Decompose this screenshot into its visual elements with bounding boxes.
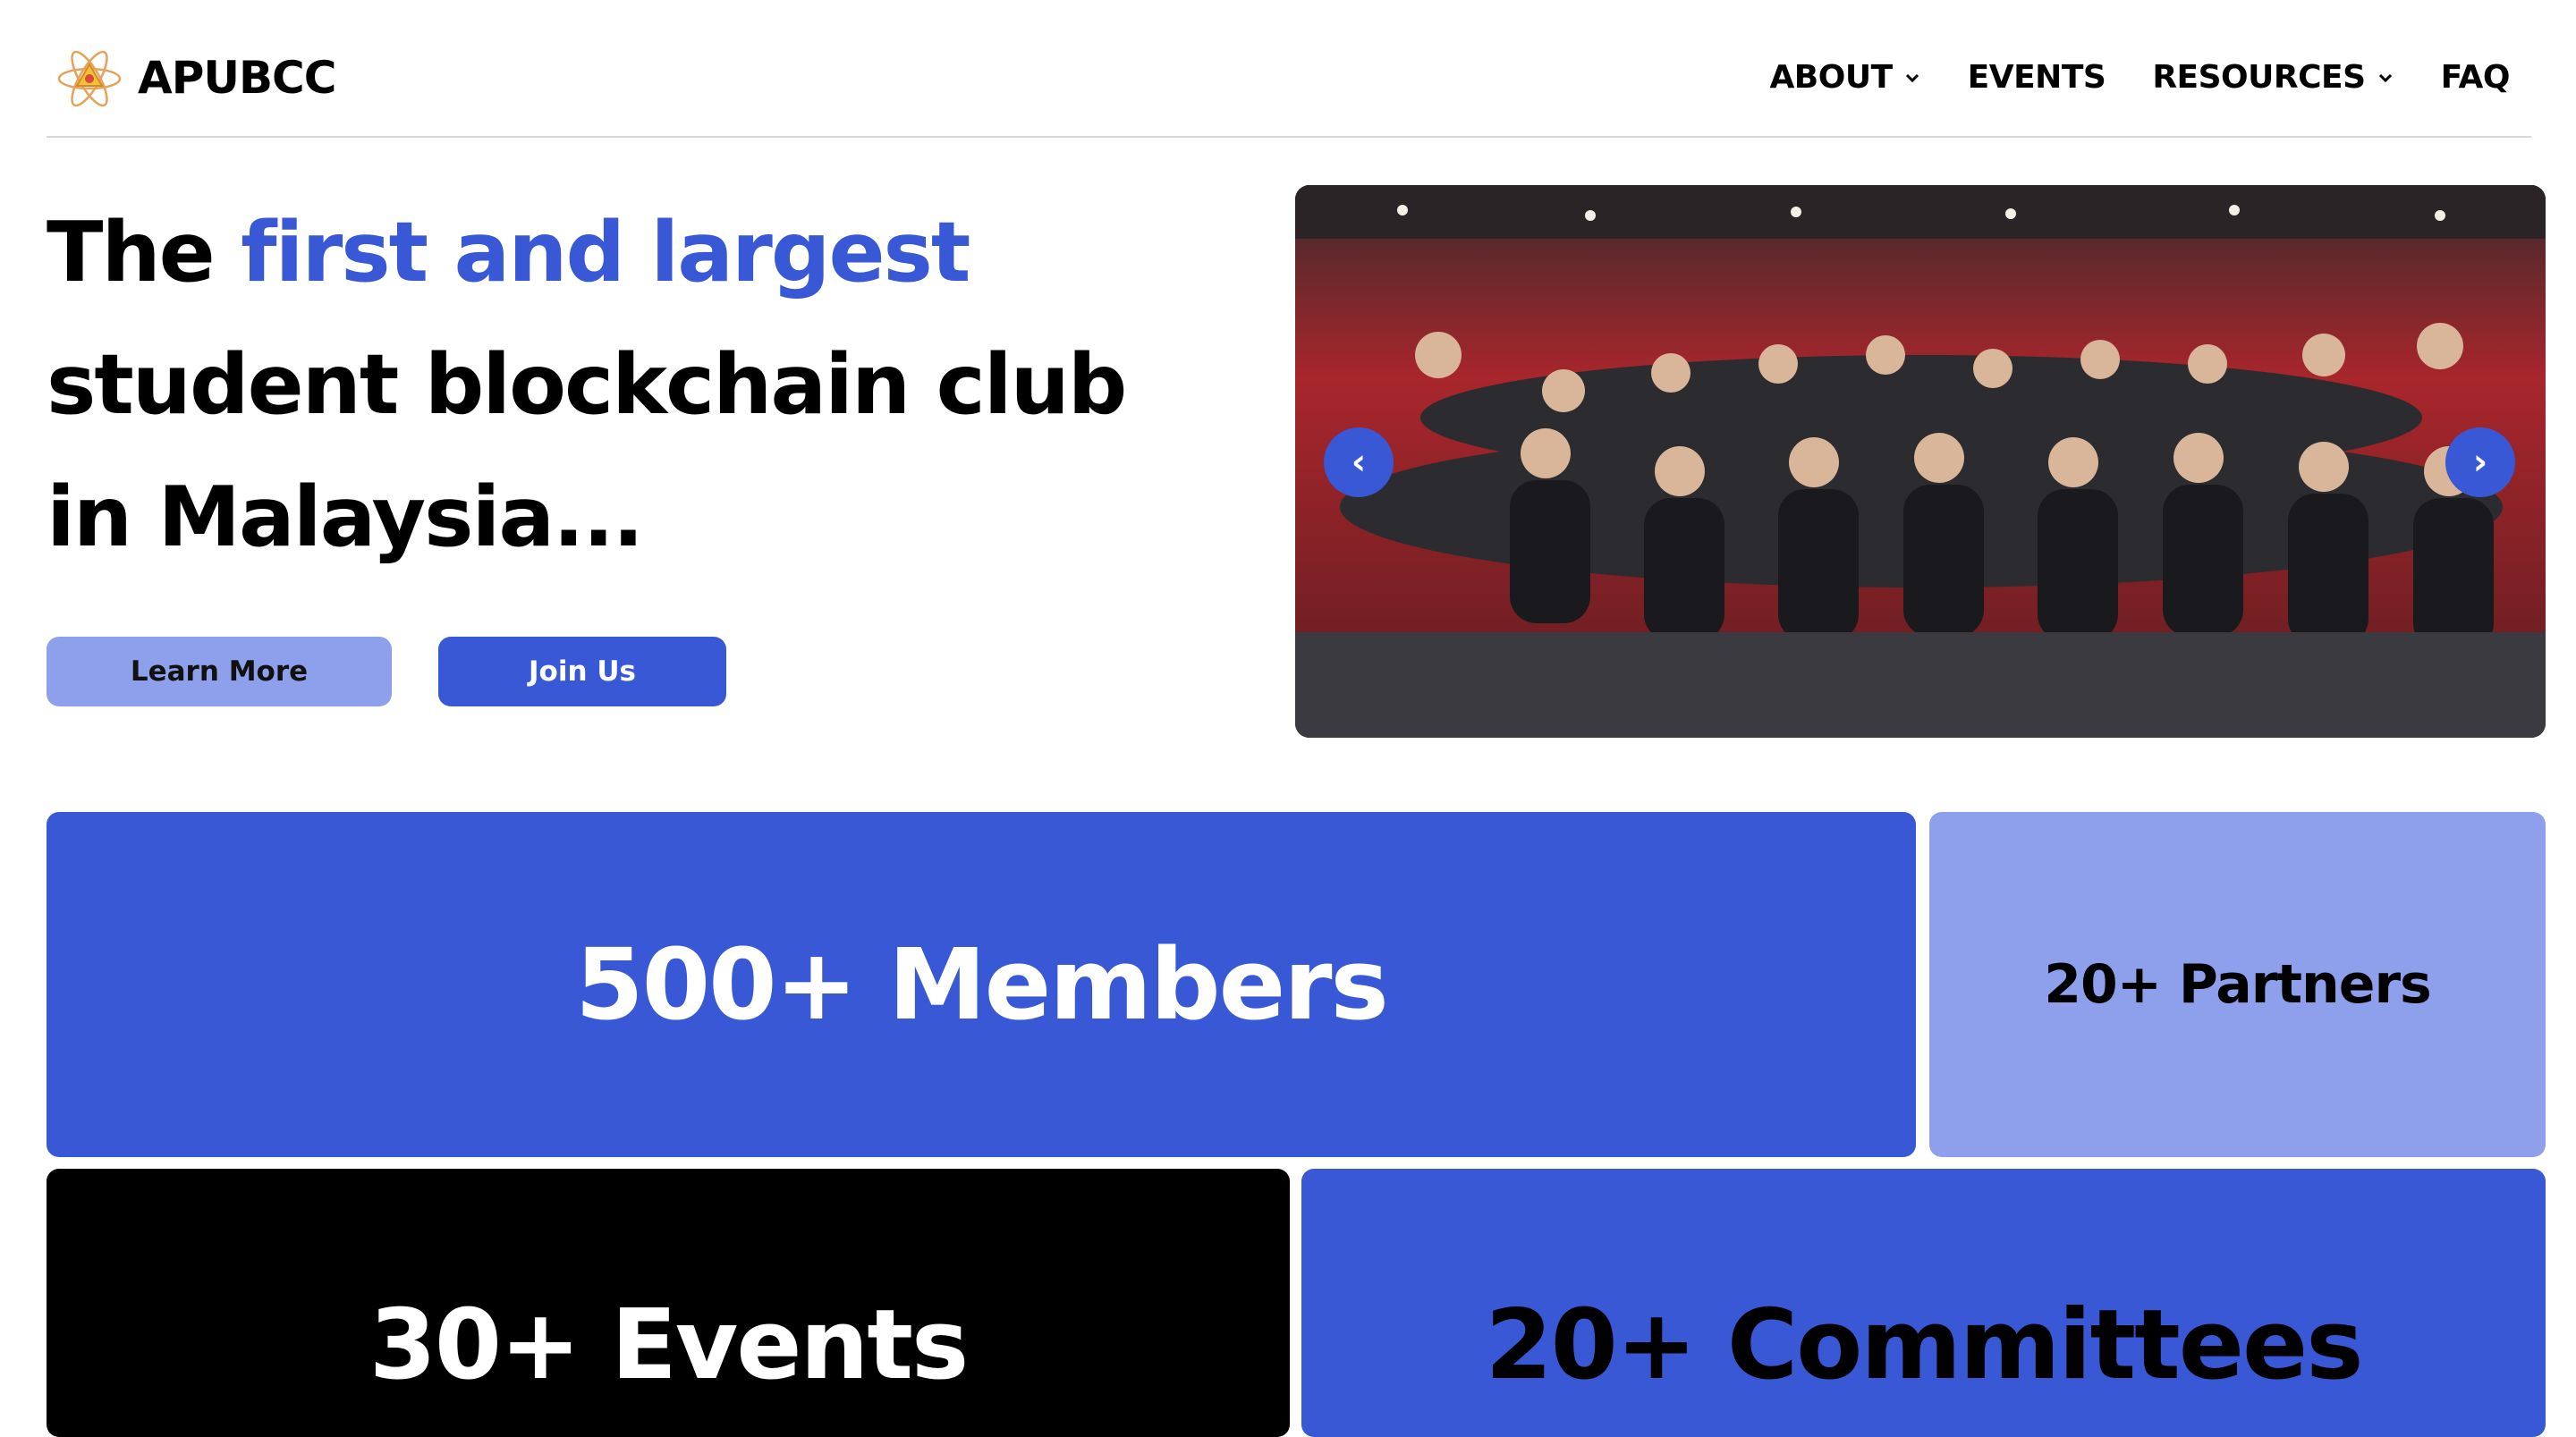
- chevron-down-icon: [2378, 73, 2392, 83]
- nav-about[interactable]: ABOUT: [1769, 52, 1920, 104]
- nav-about-label: ABOUT: [1769, 59, 1893, 96]
- main-nav: ABOUT EVENTS RESOURCES FAQ: [1769, 52, 2510, 104]
- nav-resources-label: RESOURCES: [2152, 59, 2366, 96]
- headline-line-2: student blockchain club: [47, 336, 1127, 433]
- headline-line-1: The first and largest: [47, 186, 1236, 318]
- stat-partners: 20+ Partners: [1929, 812, 2546, 1157]
- nav-faq[interactable]: FAQ: [2440, 52, 2511, 104]
- carousel-prev-button[interactable]: ‹: [1324, 427, 1394, 497]
- photo-carousel: [1295, 185, 2546, 738]
- nav-faq-label: FAQ: [2440, 59, 2511, 96]
- nav-events[interactable]: EVENTS: [1968, 52, 2106, 104]
- headline-line-3: in Malaysia...: [47, 469, 644, 565]
- nav-events-label: EVENTS: [1967, 59, 2106, 96]
- brand-name[interactable]: APUBCC: [138, 46, 336, 109]
- join-us-button[interactable]: Join Us: [438, 637, 726, 706]
- group-photo: [1295, 185, 2546, 738]
- stat-committees: 20+ Committees: [1301, 1169, 2546, 1437]
- carousel-next-button[interactable]: ›: [2445, 427, 2515, 497]
- headline-accent: first and largest: [241, 204, 970, 300]
- stat-events: 30+ Events: [47, 1169, 1290, 1437]
- nav-resources[interactable]: RESOURCES: [2152, 52, 2394, 104]
- learn-more-button[interactable]: Learn More: [47, 637, 392, 706]
- stat-members: 500+ Members: [47, 812, 1916, 1157]
- chevron-down-icon: [1905, 73, 1919, 83]
- apubcc-logo-icon[interactable]: [55, 45, 123, 113]
- headline-prefix: The: [47, 204, 242, 300]
- site-header: APUBCC ABOUT EVENTS RESOURCES FAQ: [47, 0, 2531, 138]
- hero-headline: The first and largest student blockchain…: [47, 186, 1236, 583]
